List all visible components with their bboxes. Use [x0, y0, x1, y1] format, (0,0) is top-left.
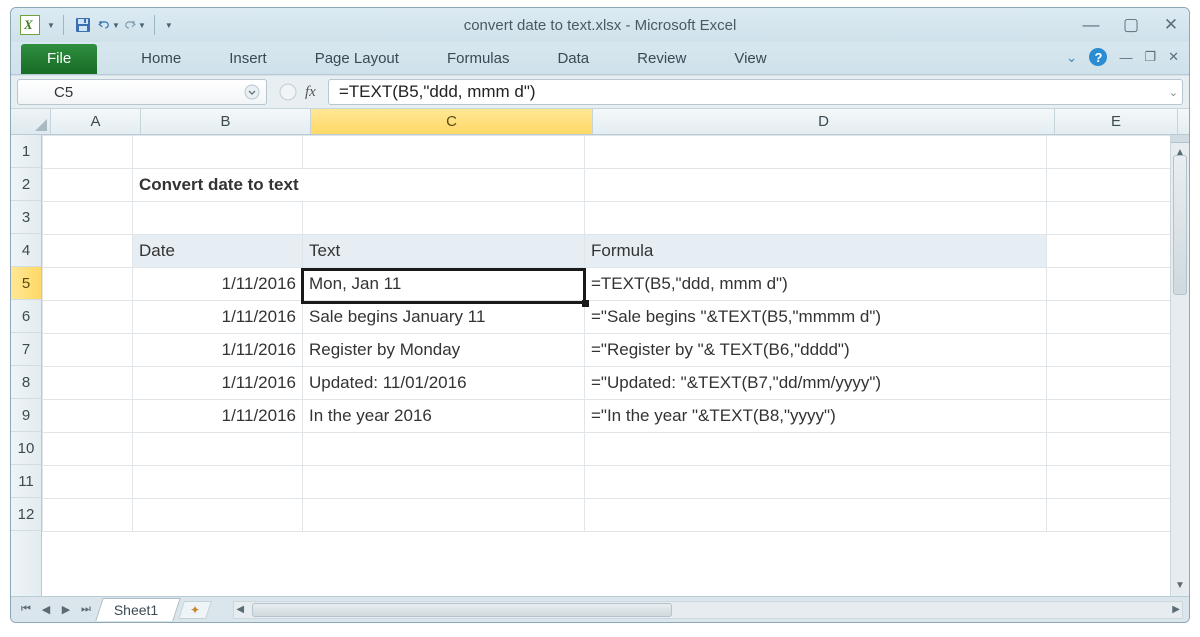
- col-header-C[interactable]: C: [311, 109, 593, 134]
- app-window: ▼ ▼ ▼ ▼ convert date to text.xlsx - Micr…: [10, 7, 1190, 623]
- sheet-tab-bar: ⏮ ◀ ▶ ⏭ Sheet1 ✦ ◀ ▶: [11, 596, 1189, 622]
- new-sheet-icon[interactable]: ✦: [178, 601, 212, 619]
- scroll-left-icon[interactable]: ◀: [236, 604, 244, 615]
- excel-icon[interactable]: [19, 14, 41, 36]
- scroll-down-icon[interactable]: ▼: [1171, 576, 1189, 594]
- split-handle-icon[interactable]: [1171, 135, 1189, 143]
- col-header-A[interactable]: A: [51, 109, 141, 134]
- cell-C5[interactable]: Mon, Jan 11: [303, 268, 585, 301]
- cell-D5[interactable]: =TEXT(B5,"ddd, mmm d"): [585, 268, 1047, 301]
- help-icon[interactable]: ?: [1089, 48, 1107, 66]
- cell-C9[interactable]: In the year 2016: [303, 400, 585, 433]
- column-headers: A B C D E: [11, 109, 1189, 135]
- cell-B7[interactable]: 1/11/2016: [133, 334, 303, 367]
- ribbon-tabs: File Home Insert Page Layout Formulas Da…: [11, 42, 1189, 75]
- name-box-value: C5: [54, 84, 73, 101]
- cell-D7[interactable]: ="Register by "& TEXT(B6,"dddd"): [585, 334, 1047, 367]
- maximize-icon[interactable]: ▢: [1121, 15, 1141, 35]
- tab-nav-next-icon[interactable]: ▶: [57, 601, 75, 619]
- tab-review[interactable]: Review: [613, 43, 710, 74]
- tab-nav-prev-icon[interactable]: ◀: [37, 601, 55, 619]
- qat-dropdown-icon[interactable]: ▼: [47, 21, 55, 30]
- row-headers: 1 2 3 4 5 6 7 8 9 10 11 12: [11, 135, 42, 596]
- cell-D8[interactable]: ="Updated: "&TEXT(B7,"dd/mm/yyyy"): [585, 367, 1047, 400]
- table-header-formula[interactable]: Formula: [585, 235, 1047, 268]
- row-header-11[interactable]: 11: [11, 465, 41, 498]
- tab-nav: ⏮ ◀ ▶ ⏭: [17, 601, 95, 619]
- cell-B5[interactable]: 1/11/2016: [133, 268, 303, 301]
- mdi-restore-icon[interactable]: ❐: [1144, 49, 1156, 65]
- row-header-7[interactable]: 7: [11, 333, 41, 366]
- row-header-8[interactable]: 8: [11, 366, 41, 399]
- cell-B6[interactable]: 1/11/2016: [133, 301, 303, 334]
- mdi-minimize-icon[interactable]: ―: [1119, 50, 1132, 65]
- scroll-right-icon[interactable]: ▶: [1172, 604, 1180, 615]
- cell-B9[interactable]: 1/11/2016: [133, 400, 303, 433]
- tab-nav-first-icon[interactable]: ⏮: [17, 601, 35, 619]
- minimize-icon[interactable]: ―: [1081, 15, 1101, 35]
- tab-insert[interactable]: Insert: [205, 43, 291, 74]
- cell-C8[interactable]: Updated: 11/01/2016: [303, 367, 585, 400]
- ribbon-minimize-icon[interactable]: ⌄: [1066, 49, 1078, 66]
- row-header-4[interactable]: 4: [11, 234, 41, 267]
- tab-view[interactable]: View: [710, 43, 790, 74]
- cell-C7[interactable]: Register by Monday: [303, 334, 585, 367]
- tab-nav-last-icon[interactable]: ⏭: [77, 601, 95, 619]
- window-title: convert date to text.xlsx - Microsoft Ex…: [464, 17, 737, 34]
- quick-access-toolbar: ▼ ▼ ▼ ▼: [19, 14, 173, 36]
- cell-D9[interactable]: ="In the year "&TEXT(B8,"yyyy"): [585, 400, 1047, 433]
- cell-B8[interactable]: 1/11/2016: [133, 367, 303, 400]
- row-header-6[interactable]: 6: [11, 300, 41, 333]
- vertical-scrollbar[interactable]: ▲ ▼: [1170, 135, 1189, 596]
- scroll-thumb[interactable]: [1173, 155, 1187, 295]
- name-box[interactable]: C5: [17, 79, 267, 105]
- tab-data[interactable]: Data: [533, 43, 613, 74]
- formula-bar: C5 fx =TEXT(B5,"ddd, mmm d") ⌄: [11, 75, 1189, 109]
- cancel-formula-icon[interactable]: [279, 83, 297, 101]
- formula-expand-icon[interactable]: ⌄: [1169, 86, 1178, 99]
- file-tab[interactable]: File: [21, 44, 97, 74]
- save-icon[interactable]: [72, 14, 94, 36]
- name-box-dropdown-icon[interactable]: [244, 84, 260, 100]
- formula-input[interactable]: =TEXT(B5,"ddd, mmm d") ⌄: [328, 79, 1183, 105]
- cell-C6[interactable]: Sale begins January 11: [303, 301, 585, 334]
- cell-grid[interactable]: Convert date to text Date Text Formula: [42, 135, 1189, 596]
- row-header-2[interactable]: 2: [11, 168, 41, 201]
- fx-icon[interactable]: fx: [305, 84, 316, 101]
- mdi-close-icon[interactable]: ✕: [1168, 49, 1179, 65]
- table-header-text[interactable]: Text: [303, 235, 585, 268]
- col-header-D[interactable]: D: [593, 109, 1055, 134]
- col-header-B[interactable]: B: [141, 109, 311, 134]
- row-header-3[interactable]: 3: [11, 201, 41, 234]
- row-header-5[interactable]: 5: [11, 267, 41, 300]
- title-bar: ▼ ▼ ▼ ▼ convert date to text.xlsx - Micr…: [11, 8, 1189, 42]
- sheet-tab-sheet1[interactable]: Sheet1: [95, 598, 181, 621]
- row-header-1[interactable]: 1: [11, 135, 41, 168]
- qat-customize-icon[interactable]: ▼: [165, 21, 173, 30]
- row-header-9[interactable]: 9: [11, 399, 41, 432]
- col-header-E[interactable]: E: [1055, 109, 1178, 134]
- table-header-date[interactable]: Date: [133, 235, 303, 268]
- tab-home[interactable]: Home: [117, 43, 205, 74]
- row-header-12[interactable]: 12: [11, 498, 41, 531]
- sheet-title[interactable]: Convert date to text: [133, 169, 585, 202]
- tab-formulas[interactable]: Formulas: [423, 43, 534, 74]
- row-header-10[interactable]: 10: [11, 432, 41, 465]
- hscroll-thumb[interactable]: [252, 603, 672, 617]
- undo-icon[interactable]: ▼: [98, 14, 120, 36]
- select-all-corner[interactable]: [11, 109, 51, 134]
- worksheet-area: A B C D E 1 2 3 4 5 6 7 8 9 10 11 12: [11, 109, 1189, 596]
- formula-text: =TEXT(B5,"ddd, mmm d"): [339, 82, 536, 102]
- redo-icon[interactable]: ▼: [124, 14, 146, 36]
- tab-page-layout[interactable]: Page Layout: [291, 43, 423, 74]
- horizontal-scrollbar[interactable]: ◀ ▶: [233, 601, 1183, 619]
- close-icon[interactable]: ✕: [1161, 15, 1181, 35]
- cell-D6[interactable]: ="Sale begins "&TEXT(B5,"mmmm d"): [585, 301, 1047, 334]
- window-controls: ― ▢ ✕: [1081, 15, 1181, 35]
